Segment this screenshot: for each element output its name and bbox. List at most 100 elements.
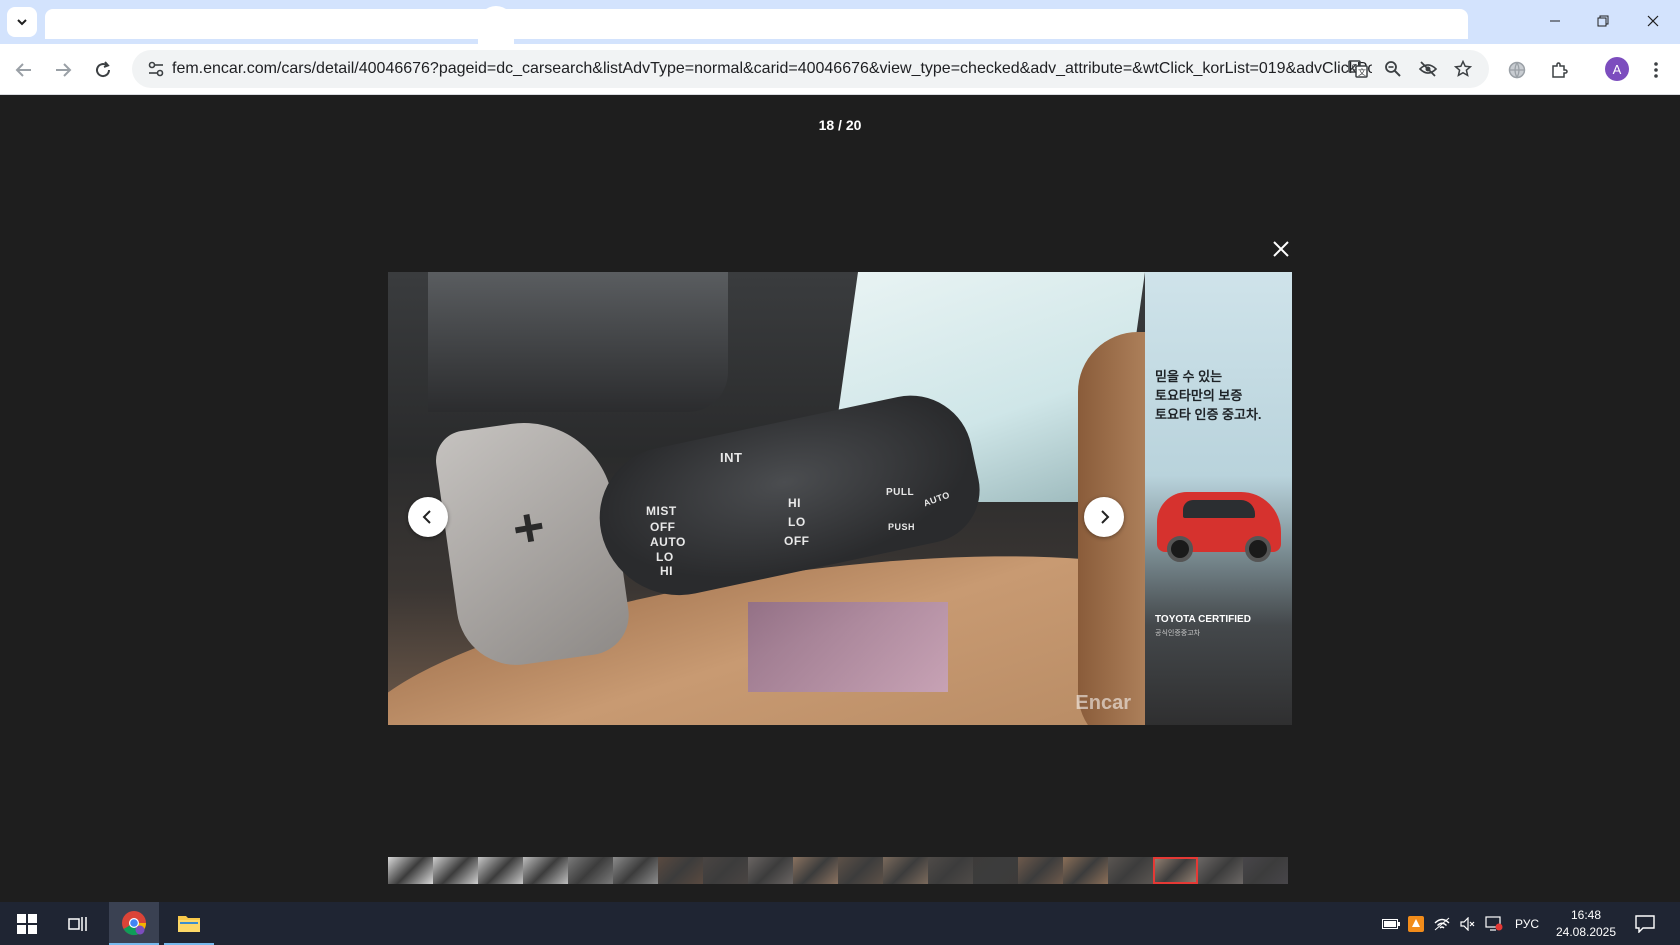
translate-button[interactable]: G文: [1342, 53, 1374, 85]
notification-icon: [1635, 914, 1655, 933]
toyota-certified-ad[interactable]: 믿을 수 있는 토요타만의 보증 토요타 인증 중고차. TOYOTA CERT…: [1145, 272, 1292, 725]
photo-label-off-2: OFF: [784, 534, 810, 548]
thumbnail-2[interactable]: [433, 857, 478, 884]
forward-button[interactable]: [47, 54, 79, 86]
thumbnail-7[interactable]: [658, 857, 703, 884]
task-view-button[interactable]: [54, 902, 104, 945]
thumbnail-9[interactable]: [748, 857, 793, 884]
ad-car-wheel-rear: [1245, 536, 1271, 562]
app-tray-icon: [1408, 915, 1424, 932]
vpn-extension-button[interactable]: [1501, 54, 1533, 86]
minimize-button[interactable]: [1532, 6, 1578, 36]
taskbar-chrome[interactable]: [109, 902, 159, 945]
tracking-protection-button[interactable]: [1412, 53, 1444, 85]
ad-car-wheel-front: [1167, 536, 1193, 562]
restore-icon: [1597, 15, 1609, 27]
url-text[interactable]: fem.encar.com/cars/detail/40046676?pagei…: [172, 50, 1372, 88]
thumbnail-12[interactable]: [883, 857, 928, 884]
screen: fem.encar.com/cars/detail/40046676?pagei…: [0, 0, 1680, 945]
thumbnail-6[interactable]: [613, 857, 658, 884]
thumbnail-17[interactable]: [1108, 857, 1153, 884]
thumbnail-15[interactable]: [1018, 857, 1063, 884]
next-photo-button[interactable]: [1084, 497, 1124, 537]
thumbnail-3[interactable]: [478, 857, 523, 884]
ad-headline: 믿을 수 있는 토요타만의 보증 토요타 인증 중고차.: [1155, 367, 1262, 424]
volume-mute-icon: [1460, 916, 1475, 931]
photo-dashboard-vent: [428, 272, 728, 412]
photo-label-pull: PULL: [886, 487, 915, 498]
photo-label-lo: LO: [656, 550, 674, 564]
chevron-left-icon: [422, 510, 431, 524]
network-tray[interactable]: [1430, 902, 1454, 945]
thumbnail-11[interactable]: [838, 857, 883, 884]
extensions-button[interactable]: [1543, 54, 1575, 86]
thumbnail-14[interactable]: [973, 857, 1018, 884]
main-photo: + INT MIST OFF AUTO LO HI HI LO OFF PULL…: [388, 272, 1145, 725]
volume-tray[interactable]: [1456, 902, 1480, 945]
bookmark-button[interactable]: [1447, 53, 1479, 85]
star-icon: [1454, 60, 1472, 77]
photo-label-off: OFF: [650, 520, 676, 534]
security-tray[interactable]: [1482, 902, 1506, 945]
back-button[interactable]: [8, 54, 40, 86]
chrome-icon: [122, 910, 147, 935]
photo-label-hi: HI: [660, 564, 673, 578]
ad-line-1: 믿을 수 있는: [1155, 369, 1223, 384]
arrow-right-icon: [56, 63, 72, 77]
app-tray[interactable]: [1404, 902, 1428, 945]
zoom-out-icon: [1385, 61, 1401, 77]
active-tab[interactable]: [45, 9, 1468, 39]
task-view-icon: [68, 916, 87, 931]
ad-line-3: 토요타 인증 중고차.: [1155, 407, 1262, 422]
restore-button[interactable]: [1580, 6, 1626, 36]
clock-time: 16:48: [1570, 908, 1602, 922]
close-window-button[interactable]: [1630, 6, 1676, 36]
thumbnail-16[interactable]: [1063, 857, 1108, 884]
zoom-button[interactable]: [1377, 53, 1409, 85]
photo-counter: 18 / 20: [818, 117, 862, 133]
wifi-icon: [1434, 917, 1450, 930]
thumbnail-19[interactable]: [1198, 857, 1243, 884]
thumbnail-20[interactable]: [1243, 857, 1288, 884]
thumbnail-10[interactable]: [793, 857, 838, 884]
browser-toolbar: fem.encar.com/cars/detail/40046676?pagei…: [0, 44, 1680, 95]
minimize-icon: [1550, 20, 1560, 22]
taskbar-file-explorer[interactable]: [164, 902, 214, 945]
menu-button[interactable]: [1640, 54, 1672, 86]
photo-center-display: [748, 602, 948, 692]
thumbnail-18[interactable]: [1153, 857, 1198, 884]
close-icon: [1273, 241, 1289, 257]
monitor-alert-icon: [1485, 915, 1503, 931]
puzzle-icon: [1552, 62, 1568, 78]
tab-search-button[interactable]: [7, 7, 37, 37]
thumbnail-5[interactable]: [568, 857, 613, 884]
start-button[interactable]: [2, 902, 52, 945]
ad-car-window: [1183, 500, 1255, 518]
photo-label-hi-2: HI: [788, 496, 801, 510]
address-bar[interactable]: fem.encar.com/cars/detail/40046676?pagei…: [132, 50, 1489, 88]
reload-button[interactable]: [87, 54, 119, 86]
photo-label-auto: AUTO: [650, 535, 686, 549]
browser-tab-strip: [0, 0, 1680, 44]
battery-icon: [1382, 918, 1400, 929]
viewer-close-button[interactable]: [1268, 236, 1294, 262]
notifications-button[interactable]: [1628, 902, 1662, 945]
input-language[interactable]: РУС: [1510, 902, 1544, 945]
battery-tray[interactable]: [1378, 902, 1404, 945]
profile-avatar[interactable]: A: [1605, 57, 1629, 81]
eye-off-icon: [1418, 61, 1438, 77]
photo-label-lo-2: LO: [788, 515, 806, 529]
thumbnail-13[interactable]: [928, 857, 973, 884]
folder-icon: [178, 915, 200, 932]
thumbnail-1[interactable]: [388, 857, 433, 884]
taskbar: РУС 16:48 24.08.2025: [0, 902, 1680, 945]
tab-notch: [478, 6, 514, 44]
site-info-button[interactable]: [140, 53, 172, 85]
thumbnail-8[interactable]: [703, 857, 748, 884]
photo-viewer: 18 / 20 + INT MIST OFF AUTO LO HI HI LO …: [0, 95, 1680, 902]
system-clock[interactable]: 16:48 24.08.2025: [1546, 907, 1626, 941]
prev-photo-button[interactable]: [408, 497, 448, 537]
photo-label-mist: MIST: [646, 504, 677, 518]
thumbnail-4[interactable]: [523, 857, 568, 884]
globe-icon: [1508, 61, 1526, 79]
